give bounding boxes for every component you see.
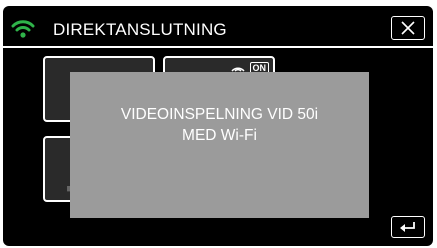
dialog-message: VIDEOINSPELNING VID 50i MED Wi-Fi [70,104,369,146]
header-bar: DIREKTANSLUTNING [3,6,433,46]
return-icon [400,222,415,232]
message-dialog: VIDEOINSPELNING VID 50i MED Wi-Fi [70,72,369,218]
back-button[interactable] [391,216,425,238]
close-button[interactable] [391,16,425,40]
camera-screen: DIREKTANSLUTNING ON ■■■■■■ ■■■■■■ VIDEOI… [3,6,433,246]
page-title: DIREKTANSLUTNING [53,20,227,39]
dialog-line-1: VIDEOINSPELNING VID 50i [120,106,319,123]
header-divider [3,46,433,48]
wifi-icon [11,20,35,38]
close-icon [401,21,415,35]
dialog-line-2: MED Wi-Fi [182,127,257,144]
